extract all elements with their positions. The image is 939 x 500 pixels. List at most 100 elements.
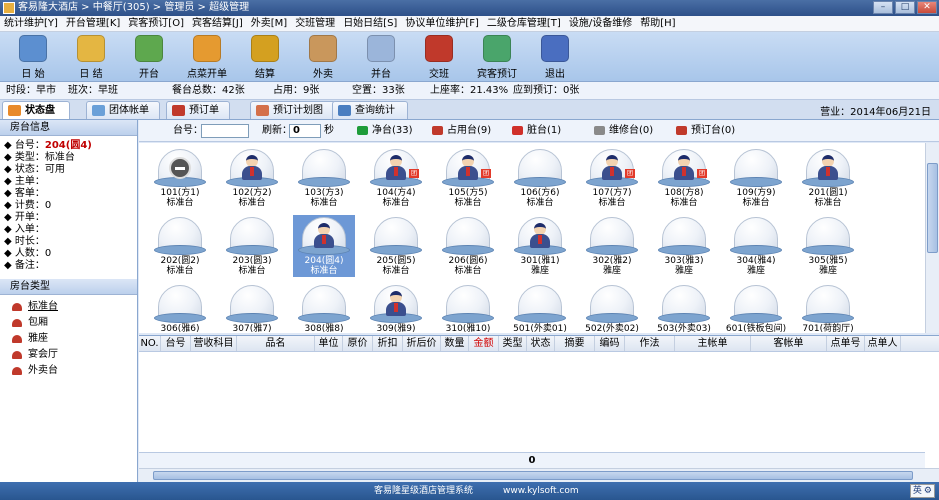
menu-item-1[interactable]: 开台管理[K] <box>62 16 124 31</box>
legend-filter-button[interactable]: 预订台(0) <box>691 120 735 142</box>
table-tile[interactable]: 301(雅1) 雅座 <box>509 215 571 279</box>
column-header[interactable]: 原价 <box>343 336 373 351</box>
table-tile[interactable]: 310(雅10)雅座 <box>437 283 499 333</box>
refresh-input[interactable]: 0 <box>289 124 321 138</box>
column-header[interactable]: 点单人 <box>865 336 901 351</box>
column-header[interactable]: 台号 <box>161 336 191 351</box>
table-tile[interactable]: 202(圆2) 标准台 <box>149 215 211 279</box>
tab-reservation-plan[interactable]: 预订计划图 <box>250 101 336 119</box>
column-header[interactable]: NO. <box>139 336 161 351</box>
tab-reservation[interactable]: 预订单 <box>166 101 230 119</box>
column-header[interactable]: 摘要 <box>555 336 595 351</box>
table-tile[interactable]: 302(雅2) 雅座 <box>581 215 643 279</box>
menu-item-0[interactable]: 统计维护[Y] <box>0 16 62 31</box>
table-tile[interactable]: 团 108(方8) 标准台 <box>653 147 715 211</box>
legend-filter-button[interactable]: 占用台(9) <box>447 120 491 142</box>
menu-item-10[interactable]: 帮助[H] <box>636 16 679 31</box>
table-tile[interactable]: 204(圆4) 标准台 <box>293 215 355 279</box>
table-type-item[interactable]: 外卖台 <box>12 363 137 379</box>
legend-filter-button[interactable]: 脏台(1) <box>527 120 561 142</box>
column-header[interactable]: 客帐单 <box>751 336 827 351</box>
table-tile[interactable]: 306(雅6)雅座 <box>149 283 211 333</box>
column-header[interactable]: 品名 <box>237 336 315 351</box>
toolbar-button-1[interactable]: 日 结 <box>62 32 120 80</box>
table-tile[interactable]: 206(圆6) 标准台 <box>437 215 499 279</box>
menu-item-3[interactable]: 宾客结算[J] <box>188 16 247 31</box>
menu-item-7[interactable]: 协议单位维护[F] <box>401 16 483 31</box>
toolbar-button-8[interactable]: 宾客预订 <box>468 32 526 80</box>
table-type-item[interactable]: 标准台 <box>12 299 137 315</box>
table-type-item[interactable]: 包厢 <box>12 315 137 331</box>
column-header[interactable]: 点单号 <box>827 336 865 351</box>
table-tile[interactable]: 308(雅8)雅座 <box>293 283 355 333</box>
column-header[interactable]: 编码 <box>595 336 625 351</box>
table-tile[interactable]: 201(圆1) 标准台 <box>797 147 859 211</box>
table-tile[interactable]: 601(铁板包间)包厢 <box>725 283 787 333</box>
table-tile[interactable]: 303(雅3) 雅座 <box>653 215 715 279</box>
table-tile[interactable]: 205(圆5) 标准台 <box>365 215 427 279</box>
table-tile[interactable]: 106(方6) 标准台 <box>509 147 571 211</box>
table-tile[interactable]: 109(方9) 标准台 <box>725 147 787 211</box>
column-header[interactable]: 主帐单 <box>675 336 751 351</box>
table-label: 301(雅1) 雅座 <box>509 256 571 276</box>
toolbar-button-7[interactable]: 交班 <box>410 32 468 80</box>
table-tile[interactable]: 304(雅4) 雅座 <box>725 215 787 279</box>
table-type-item[interactable]: 雅座 <box>12 331 137 347</box>
column-header[interactable]: 金额 <box>469 336 499 351</box>
column-header[interactable]: 作法 <box>625 336 675 351</box>
table-type: 标准台 <box>454 198 482 208</box>
legend-filter-button[interactable]: 净台(33) <box>372 120 413 142</box>
column-header[interactable]: 折扣 <box>373 336 403 351</box>
table-type-item[interactable]: 宴会厅 <box>12 347 137 363</box>
toolbar-button-5[interactable]: 外卖 <box>294 32 352 80</box>
menu-item-9[interactable]: 设施/设备维修 <box>565 16 636 31</box>
toolbar-button-9[interactable]: 退出 <box>526 32 584 80</box>
tab-group-bill[interactable]: 团体帐单 <box>86 101 160 119</box>
menu-item-6[interactable]: 日始日结[S] <box>339 16 401 31</box>
grid-scroll-thumb[interactable] <box>927 163 938 253</box>
table-tile[interactable]: 501(外卖01)外卖台 <box>509 283 571 333</box>
menu-item-8[interactable]: 二级仓库管理[T] <box>483 16 565 31</box>
ime-toolbar[interactable]: 英 ⚙ <box>909 484 935 498</box>
minimize-button[interactable]: – <box>873 1 893 14</box>
column-header[interactable]: 营收科目 <box>191 336 237 351</box>
table-tile[interactable]: 团 104(方4) 标准台 <box>365 147 427 211</box>
table-tile[interactable]: 305(雅5) 雅座 <box>797 215 859 279</box>
maximize-button[interactable]: □ <box>895 1 915 14</box>
table-tile[interactable]: 307(雅7)雅座 <box>221 283 283 333</box>
menu-item-4[interactable]: 外卖[M] <box>247 16 291 31</box>
toolbar-button-3[interactable]: 点菜开单 <box>178 32 236 80</box>
toolbar-button-0[interactable]: 日 始 <box>4 32 62 80</box>
table-name: 301(雅1) <box>520 256 560 266</box>
column-header[interactable]: 状态 <box>527 336 555 351</box>
table-tile[interactable]: 502(外卖02)外卖台 <box>581 283 643 333</box>
table-tile[interactable]: 503(外卖03)外卖台 <box>653 283 715 333</box>
tab-query-stats[interactable]: 查询统计 <box>332 101 408 119</box>
menu-item-2[interactable]: 宾客预订[O] <box>124 16 188 31</box>
table-tile[interactable]: 103(方3) 标准台 <box>293 147 355 211</box>
column-header[interactable]: 单位 <box>315 336 343 351</box>
table-tile[interactable]: 101(方1) 标准台 <box>149 147 211 211</box>
column-header[interactable]: 数量 <box>441 336 469 351</box>
column-header[interactable]: 折后价 <box>403 336 441 351</box>
table-no-input[interactable] <box>201 124 249 138</box>
toolbar-button-2[interactable]: 开台 <box>120 32 178 80</box>
tab-status-board[interactable]: 状态盘 <box>2 101 70 119</box>
legend-filter-button[interactable]: 维修台(0) <box>609 120 653 142</box>
detail-scroll-thumb[interactable] <box>153 471 913 480</box>
table-tile[interactable]: 102(方2) 标准台 <box>221 147 283 211</box>
grid-vertical-scrollbar[interactable] <box>925 143 939 333</box>
detail-horizontal-scrollbar[interactable] <box>139 468 939 482</box>
ime-settings-icon[interactable]: ⚙ <box>924 485 932 497</box>
table-tile[interactable]: 团 105(方5) 标准台 <box>437 147 499 211</box>
close-button[interactable]: ✕ <box>917 1 937 14</box>
column-header[interactable]: 类型 <box>499 336 527 351</box>
table-tile[interactable]: 309(雅9)雅座 <box>365 283 427 333</box>
toolbar-button-4[interactable]: 结算 <box>236 32 294 80</box>
menu-item-5[interactable]: 交班管理 <box>291 16 339 31</box>
toolbar-button-6[interactable]: 并台 <box>352 32 410 80</box>
table-label: 305(雅5) 雅座 <box>797 256 859 276</box>
table-tile[interactable]: 701(荷韵厅)宴会厅 <box>797 283 859 333</box>
table-tile[interactable]: 203(圆3) 标准台 <box>221 215 283 279</box>
table-tile[interactable]: 团 107(方7) 标准台 <box>581 147 643 211</box>
